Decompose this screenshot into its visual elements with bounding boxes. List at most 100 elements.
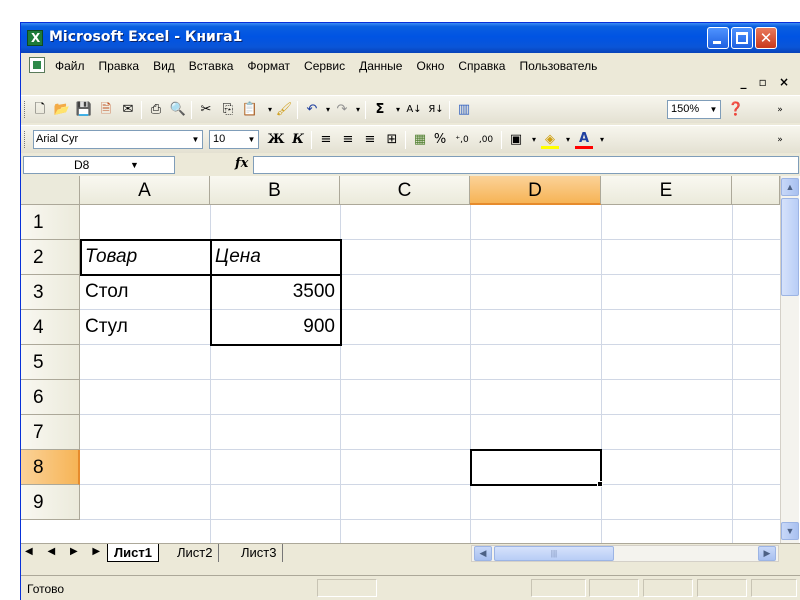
font-size-select[interactable]: 10 ▼ [209,130,259,149]
cell-b4[interactable]: 900 [211,310,339,344]
copy-icon[interactable]: ⎘ [219,101,237,119]
row-header-2[interactable]: 2 [21,240,80,275]
row-header-7[interactable]: 7 [21,415,80,450]
currency-icon[interactable]: ▦ [411,131,429,149]
cut-icon[interactable]: ✂ [197,101,215,119]
active-cell-d8[interactable] [470,449,602,486]
scroll-right-icon[interactable]: ▶ [758,546,776,561]
minimize-button[interactable] [707,27,729,49]
row-header-3[interactable]: 3 [21,275,80,310]
fill-handle[interactable] [597,481,603,487]
toolbar-options-icon[interactable]: » [771,131,789,149]
row-header-8[interactable]: 8 [21,450,80,485]
chevron-down-icon[interactable]: ▼ [707,101,720,118]
menu-edit[interactable]: Правка [92,58,147,74]
open-icon[interactable]: 📂 [53,101,71,119]
merge-center-icon[interactable]: ⊞ [383,131,401,149]
row-header-6[interactable]: 6 [21,380,80,415]
sheet-tab-2[interactable]: Лист2 [171,544,220,562]
bold-button[interactable]: Ж [267,131,285,149]
save-icon[interactable]: 💾 [75,101,93,119]
name-box[interactable]: D8 ▼ [23,156,175,174]
sort-ascending-icon[interactable]: A↓ [405,101,423,119]
font-color-dropdown-icon[interactable]: ▾ [593,131,611,149]
scroll-down-icon[interactable]: ▼ [781,522,799,540]
menu-data[interactable]: Данные [352,58,409,74]
chevron-down-icon[interactable]: ▼ [189,131,202,148]
title-bar[interactable]: Microsoft Excel - Книга1 ✕ [21,23,800,53]
gridline [80,449,780,450]
select-all-corner[interactable] [21,176,80,205]
autosum-icon[interactable]: Σ [371,101,389,119]
row-header-1[interactable]: 1 [21,205,80,240]
new-icon[interactable]: 🗋 [31,101,49,119]
email-icon[interactable]: ✉ [119,101,137,119]
insert-function-icon[interactable]: fx [235,156,248,171]
menu-user[interactable]: Пользователь [512,58,604,74]
column-header-f[interactable] [732,176,780,205]
column-header-a[interactable]: A [80,176,210,205]
column-header-d[interactable]: D [470,176,601,205]
menu-tools[interactable]: Сервис [297,58,352,74]
format-painter-icon[interactable]: 🖌 [275,101,293,119]
horizontal-scrollbar[interactable]: ◀ ||| ▶ [471,545,779,562]
menu-view[interactable]: Вид [146,58,182,74]
status-panel [589,579,639,597]
increase-decimal-button[interactable]: ⁺,0 [451,131,473,149]
chevron-down-icon[interactable]: ▼ [130,157,139,173]
excel-app-icon[interactable] [27,30,43,46]
print-preview-icon[interactable]: 🔍 [169,101,187,119]
row-header-5[interactable]: 5 [21,345,80,380]
menu-format[interactable]: Формат [240,58,297,74]
vertical-scrollbar[interactable]: ▲ ▼ [780,176,799,543]
sort-descending-icon[interactable]: Я↓ [427,101,445,119]
column-header-c[interactable]: C [340,176,470,205]
status-panel [751,579,797,597]
percent-button[interactable]: % [431,131,449,149]
horizontal-scroll-thumb[interactable]: ||| [494,546,614,561]
vertical-scroll-thumb[interactable] [781,198,799,296]
menu-file[interactable]: Файл [51,58,92,74]
maximize-button[interactable] [731,27,753,49]
sheet-tab-3[interactable]: Лист3 [235,544,284,562]
close-button[interactable]: ✕ [755,27,777,49]
cell-a4[interactable]: Стул [81,310,209,344]
cell-b2[interactable]: Цена [211,240,339,274]
paste-icon[interactable]: 📋 [241,101,259,119]
align-right-icon[interactable]: ≡ [361,131,379,149]
scroll-left-icon[interactable]: ◀ [474,546,492,561]
align-left-icon[interactable]: ≡ [317,131,335,149]
borders-icon[interactable]: ▣ [507,131,525,149]
sheet-nav-buttons[interactable]: ◀ ◀ ▶ ▶ [25,546,106,557]
cell-a2[interactable]: Товар [81,240,209,274]
menu-insert[interactable]: Вставка [182,58,241,74]
row-header-4[interactable]: 4 [21,310,80,345]
chevron-down-icon[interactable]: ▼ [245,131,258,148]
menu-help[interactable]: Справка [451,58,512,74]
formula-input[interactable] [253,156,799,174]
toolbar-grip[interactable] [24,101,27,118]
font-name-select[interactable]: Arial Cyr ▼ [33,130,203,149]
sheet-tab-1[interactable]: Лист1 [107,544,159,562]
column-header-b[interactable]: B [210,176,340,205]
menu-window[interactable]: Окно [409,58,451,74]
toolbar-options-icon[interactable]: » [771,101,789,119]
decrease-decimal-button[interactable]: ,00 [475,131,497,149]
zoom-select[interactable]: 150% ▼ [667,100,721,119]
toolbar-grip[interactable] [24,131,27,148]
print-icon[interactable]: ⎙ [147,101,165,119]
align-center-icon[interactable]: ≡ [339,131,357,149]
cell-b3[interactable]: 3500 [211,275,339,309]
permission-icon[interactable]: 🗎 [97,101,115,119]
chart-wizard-icon[interactable]: ▥ [455,101,473,119]
column-header-e[interactable]: E [601,176,732,205]
row-header-9[interactable]: 9 [21,485,80,520]
document-window-controls[interactable]: _ ▫ × [740,75,793,89]
help-icon[interactable]: ❓ [727,101,745,119]
font-color-button[interactable]: A [575,131,593,149]
workbook-icon[interactable] [29,57,45,73]
fill-color-icon[interactable]: ◈ [541,131,559,149]
italic-button[interactable]: К [289,131,307,149]
scroll-up-icon[interactable]: ▲ [781,178,799,196]
cell-a3[interactable]: Стол [81,275,209,309]
